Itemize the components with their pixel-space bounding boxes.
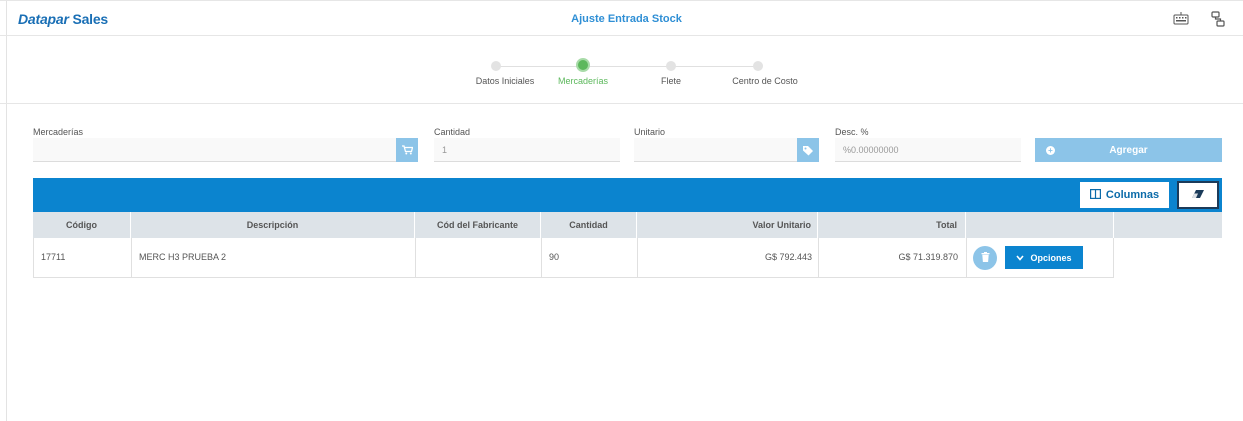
- network-icon[interactable]: [1210, 11, 1228, 27]
- step-label-flete[interactable]: Flete: [661, 76, 681, 86]
- opciones-button-label: Opciones: [1030, 252, 1072, 263]
- step-label-datos-iniciales[interactable]: Datos Iniciales: [476, 76, 535, 86]
- step-label-mercaderias[interactable]: Mercaderías: [558, 76, 608, 86]
- unitario-label: Unitario: [634, 127, 666, 137]
- grid-toolbar: [33, 178, 1222, 212]
- cell-total: G$ 71.319.870: [819, 238, 967, 277]
- opciones-button[interactable]: Opciones: [1005, 246, 1083, 269]
- col-header-codigo[interactable]: Código: [33, 212, 131, 238]
- clear-filters-button[interactable]: [1177, 181, 1219, 209]
- col-header-descripcion[interactable]: Descripción: [131, 212, 415, 238]
- trash-icon: [981, 251, 990, 265]
- col-header-cod-fabricante[interactable]: Cód del Fabricante: [415, 212, 541, 238]
- desc-label: Desc. %: [835, 127, 869, 137]
- wizard-stepper: Datos Iniciales Mercaderías Flete Centro…: [0, 36, 1243, 104]
- cantidad-label: Cantidad: [434, 127, 471, 137]
- step-label-centro-de-costo[interactable]: Centro de Costo: [732, 76, 798, 86]
- desc-input[interactable]: %0.00000000: [835, 138, 1021, 162]
- cell-cantidad: 90: [542, 238, 638, 277]
- columns-icon: [1089, 188, 1101, 202]
- step-dot-flete[interactable]: [666, 61, 676, 71]
- col-header-actions: [966, 212, 1114, 238]
- cell-codigo: 17711: [34, 238, 132, 277]
- agregar-button[interactable]: + Agregar: [1035, 138, 1222, 162]
- chevron-down-icon: [1016, 253, 1025, 263]
- cart-icon[interactable]: [396, 138, 418, 162]
- cell-valor-unitario: G$ 792.443: [638, 238, 819, 277]
- top-bar: Datapar Sales Ajuste Entrada Stock: [0, 0, 1243, 36]
- col-header-valor-unitario[interactable]: Valor Unitario: [637, 212, 818, 238]
- cantidad-input[interactable]: 1: [434, 138, 620, 162]
- table-row[interactable]: 17711 MERC H3 PRUEBA 2 90 G$ 792.443 G$ …: [33, 238, 1114, 278]
- columns-button-label: Columnas: [1105, 189, 1160, 201]
- cell-descripcion: MERC H3 PRUEBA 2: [132, 238, 416, 277]
- cell-cod-fabricante: [416, 238, 542, 277]
- step-dot-mercaderias[interactable]: [576, 58, 590, 72]
- keyboard-icon[interactable]: [1173, 11, 1191, 27]
- columns-button[interactable]: Columnas: [1079, 181, 1170, 209]
- step-dot-datos-iniciales[interactable]: [491, 61, 501, 71]
- page-title: Ajuste Entrada Stock: [571, 13, 682, 25]
- mercaderias-label: Mercaderías: [33, 127, 84, 137]
- eraser-icon: [1191, 189, 1205, 202]
- step-dot-centro-de-costo[interactable]: [753, 61, 763, 71]
- delete-row-button[interactable]: [973, 246, 997, 270]
- col-header-total[interactable]: Total: [818, 212, 966, 238]
- tag-icon[interactable]: [797, 138, 819, 162]
- stepper-track: [496, 66, 758, 67]
- unitario-input[interactable]: [634, 138, 797, 162]
- col-header-cantidad[interactable]: Cantidad: [541, 212, 637, 238]
- table-header: Código Descripción Cód del Fabricante Ca…: [33, 212, 1222, 238]
- mercaderias-input[interactable]: [33, 138, 396, 162]
- agregar-button-label: Agregar: [1109, 144, 1148, 156]
